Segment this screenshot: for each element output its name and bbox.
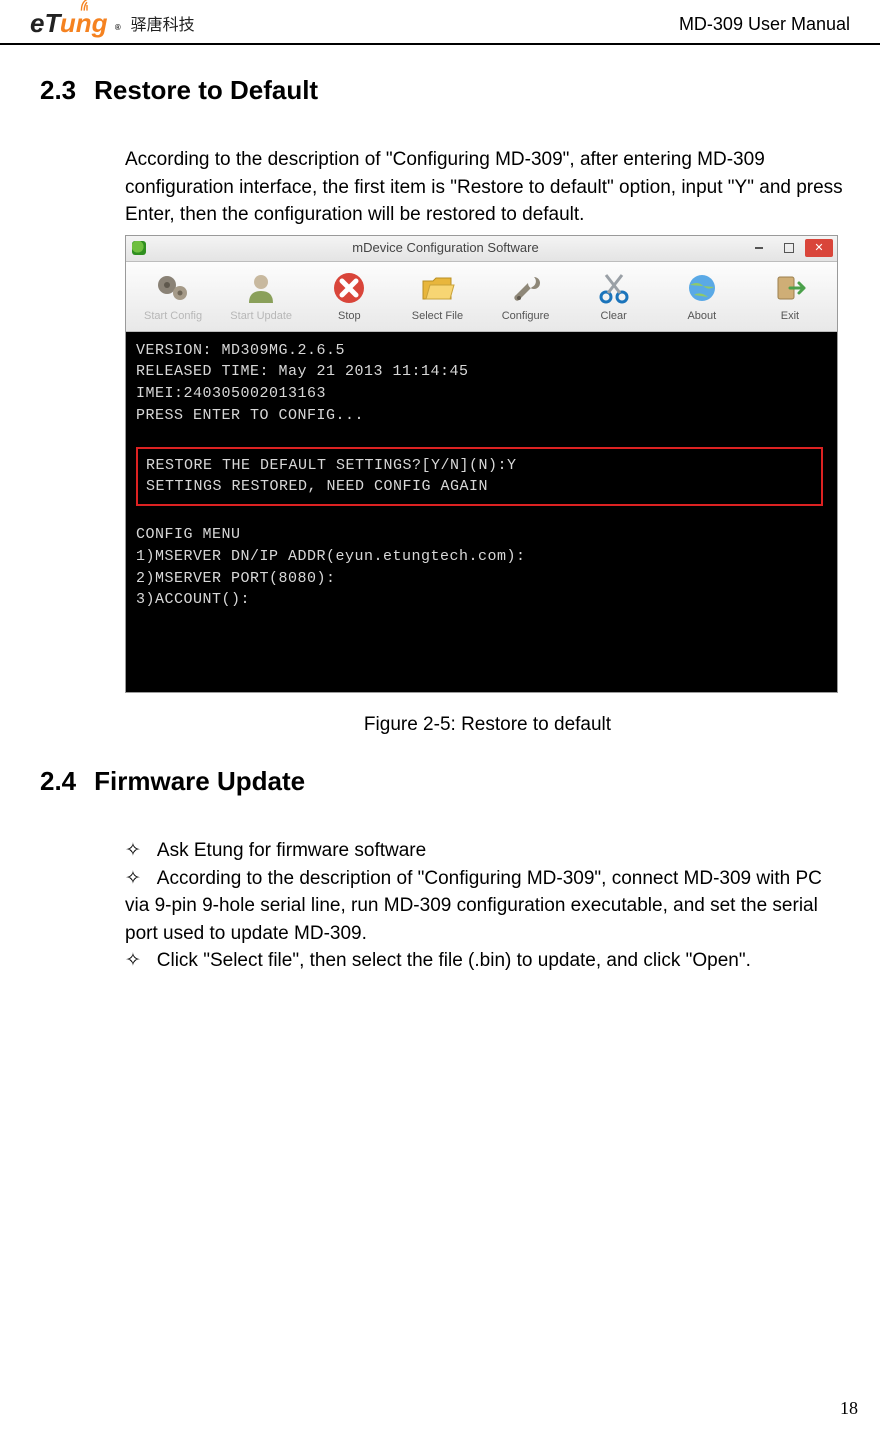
window-title: mDevice Configuration Software (146, 239, 745, 258)
page-content: 2.3 Restore to Default According to the … (0, 45, 880, 975)
terminal-output: VERSION: MD309MG.2.6.5 RELEASED TIME: Ma… (126, 332, 837, 692)
window-controls (745, 239, 833, 257)
terminal-line: VERSION: MD309MG.2.6.5 (136, 340, 827, 362)
exit-button[interactable]: Exit (747, 266, 833, 329)
registered-mark: ® (115, 23, 121, 32)
bullet-item: ✧ Ask Etung for firmware software (125, 837, 850, 865)
user-icon (241, 269, 281, 307)
section-number: 2.4 (40, 766, 76, 797)
maximize-button[interactable] (775, 239, 803, 257)
terminal-line: RELEASED TIME: May 21 2013 11:14:45 (136, 361, 827, 383)
close-button[interactable] (805, 239, 833, 257)
logo-text-orange: ung (60, 8, 108, 38)
globe-icon (682, 269, 722, 307)
toolbar-label: Start Update (230, 309, 292, 325)
about-button[interactable]: About (659, 266, 745, 329)
antenna-icon (80, 0, 94, 12)
gears-icon (153, 269, 193, 307)
section-2-3-heading: 2.3 Restore to Default (40, 75, 850, 106)
logo-text-black: eT (30, 8, 60, 38)
stop-x-icon (329, 269, 369, 307)
section-2-3-body: According to the description of "Configu… (125, 146, 850, 738)
terminal-line: 1)MSERVER DN/IP ADDR(eyun.etungtech.com)… (136, 546, 827, 568)
app-window: mDevice Configuration Software (125, 235, 838, 693)
bullet-item: ✧ According to the description of "Confi… (125, 865, 850, 948)
toolbar-label: About (687, 309, 716, 325)
diamond-bullet-icon: ✧ (125, 837, 141, 865)
toolbar-label: Clear (601, 309, 627, 325)
figure-2-5-caption: Figure 2-5: Restore to default (125, 711, 850, 739)
section-2-4-body: ✧ Ask Etung for firmware software ✧ Acco… (125, 837, 850, 975)
terminal-line: RESTORE THE DEFAULT SETTINGS?[Y/N](N):Y (146, 455, 813, 477)
terminal-line: SETTINGS RESTORED, NEED CONFIG AGAIN (146, 476, 813, 498)
terminal-info-block: VERSION: MD309MG.2.6.5 RELEASED TIME: Ma… (136, 340, 827, 427)
brand-logo: eTung ® (30, 8, 121, 39)
section-2-3-paragraph: According to the description of "Configu… (125, 146, 850, 229)
app-icon (132, 241, 146, 255)
page-header: eTung ® 驿唐科技 MD-309 User Manual (0, 0, 880, 45)
toolbar-label: Exit (781, 309, 799, 325)
logo-chinese: 驿唐科技 (131, 11, 195, 35)
diamond-bullet-icon: ✧ (125, 868, 141, 889)
terminal-line: PRESS ENTER TO CONFIG... (136, 405, 827, 427)
terminal-highlight-box: RESTORE THE DEFAULT SETTINGS?[Y/N](N):Y … (136, 447, 823, 507)
scissors-icon (594, 269, 634, 307)
toolbar-label: Select File (412, 309, 463, 325)
exit-icon (770, 269, 810, 307)
section-title: Firmware Update (94, 766, 305, 797)
toolbar-label: Stop (338, 309, 361, 325)
diamond-bullet-icon: ✧ (125, 950, 141, 971)
folder-icon (417, 269, 457, 307)
terminal-line: 2)MSERVER PORT(8080): (136, 568, 827, 590)
clear-button[interactable]: Clear (571, 266, 657, 329)
stop-button[interactable]: Stop (306, 266, 392, 329)
app-toolbar: Start Config Start Update (126, 262, 837, 332)
configure-button[interactable]: Configure (483, 266, 569, 329)
minimize-button[interactable] (745, 239, 773, 257)
terminal-line: IMEI:240305002013163 (136, 383, 827, 405)
section-2-4-heading: 2.4 Firmware Update (40, 766, 850, 797)
terminal-menu-block: CONFIG MENU 1)MSERVER DN/IP ADDR(eyun.et… (136, 524, 827, 611)
bullet-item: ✧ Click "Select file", then select the f… (125, 947, 850, 975)
start-update-button[interactable]: Start Update (218, 266, 304, 329)
toolbar-label: Configure (502, 309, 550, 325)
logo-block: eTung ® 驿唐科技 (30, 8, 195, 39)
select-file-button[interactable]: Select File (394, 266, 480, 329)
titlebar-left (132, 241, 146, 255)
toolbar-label: Start Config (144, 309, 202, 325)
window-titlebar: mDevice Configuration Software (126, 236, 837, 262)
wrench-icon (506, 269, 546, 307)
section-number: 2.3 (40, 75, 76, 106)
bullet-text: Ask Etung for firmware software (157, 837, 850, 865)
bullet-text: According to the description of "Configu… (125, 868, 822, 944)
page-number: 18 (840, 1398, 858, 1419)
start-config-button[interactable]: Start Config (130, 266, 216, 329)
bullet-text: Click "Select file", then select the fil… (157, 950, 751, 971)
terminal-line: 3)ACCOUNT(): (136, 589, 827, 611)
terminal-line: CONFIG MENU (136, 524, 827, 546)
section-title: Restore to Default (94, 75, 318, 106)
document-title: MD-309 User Manual (679, 14, 850, 39)
